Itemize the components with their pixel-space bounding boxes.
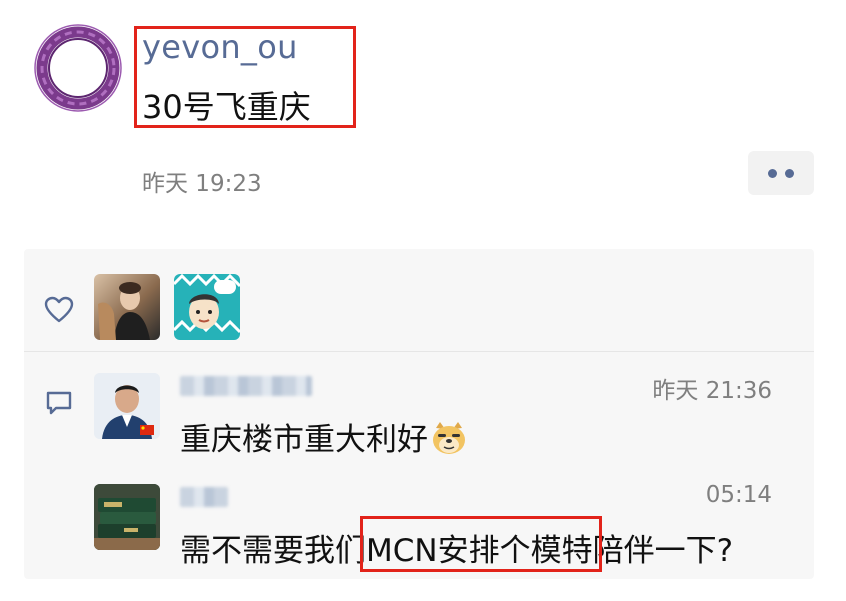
purple-ring-logo-icon: [34, 24, 122, 112]
post-text: 30号飞重庆: [142, 88, 311, 126]
comment-text: 重庆楼市重大利好: [180, 414, 468, 459]
more-dots-icon: [768, 168, 777, 178]
divider: [24, 351, 814, 352]
more-button[interactable]: [748, 151, 814, 195]
commenter-name-blurred: [180, 487, 228, 507]
doge-emoji-icon: [433, 422, 465, 454]
moments-post: yevon_ou 30号飞重庆 昨天 19:23 昨天 21:36 重庆楼市重大…: [0, 0, 846, 601]
post-time: 昨天 19:23: [142, 171, 262, 197]
comment-time: 昨天 21:36: [652, 378, 772, 404]
comment-text: 需不需要我们MCN安排个模特陪伴一下?: [180, 533, 734, 569]
author-name[interactable]: yevon_ou: [142, 28, 298, 66]
author-avatar[interactable]: [32, 22, 124, 114]
liker-avatar[interactable]: [174, 274, 240, 340]
heart-icon: [44, 296, 74, 323]
commenter-avatar[interactable]: [94, 373, 160, 439]
commenter-avatar[interactable]: [94, 484, 160, 550]
more-dots-icon: [785, 168, 794, 178]
comment-time: 05:14: [705, 482, 772, 508]
comment-icon: [46, 391, 72, 415]
liker-avatar[interactable]: [94, 274, 160, 340]
commenter-name-blurred: [180, 376, 312, 396]
